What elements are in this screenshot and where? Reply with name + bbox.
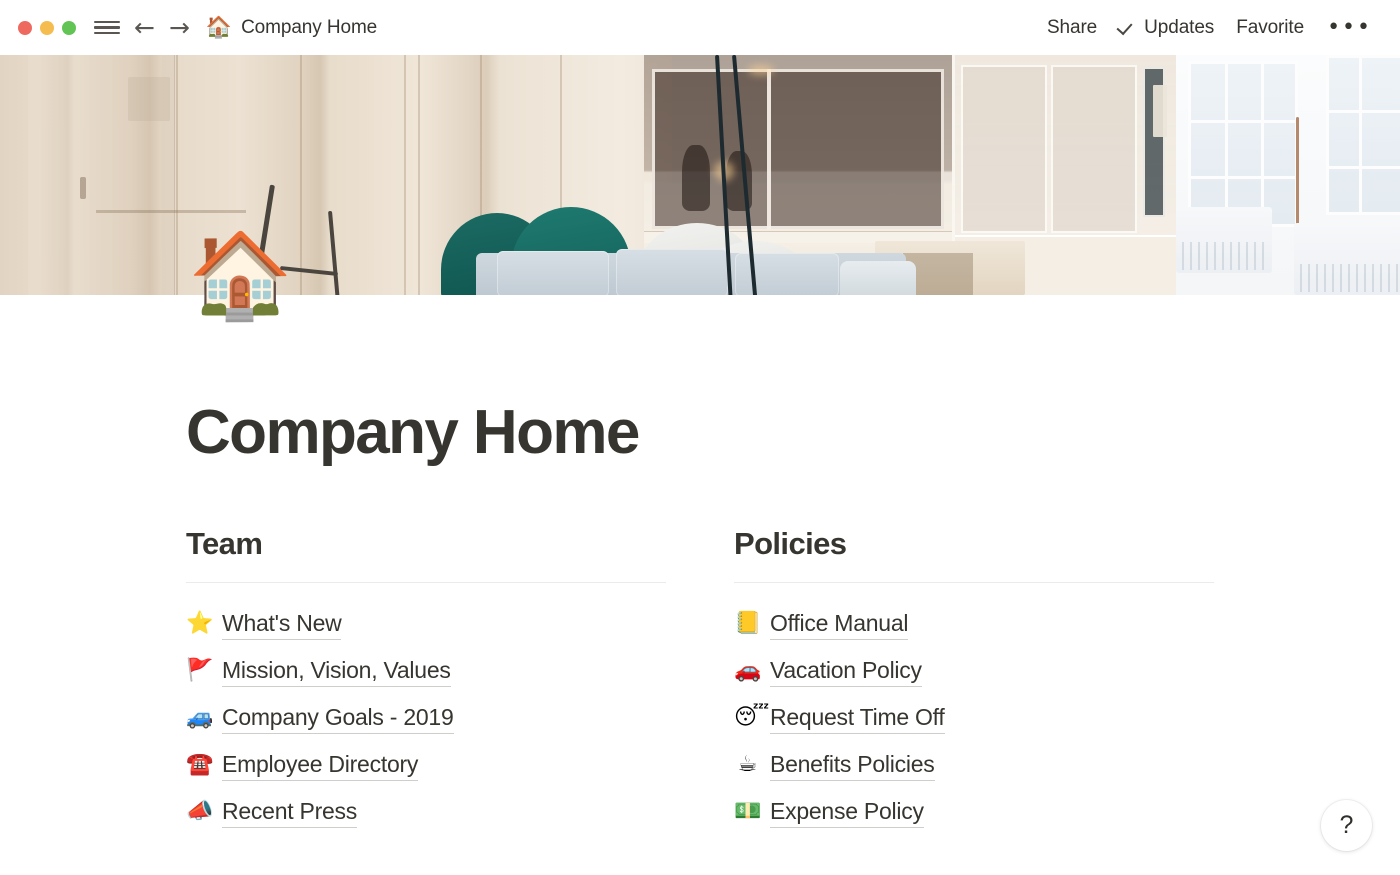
blue-car-icon: 🚙 <box>186 704 214 730</box>
banknote-icon: 💵 <box>734 798 762 824</box>
link-expense-policy[interactable]: Expense Policy <box>770 796 924 828</box>
telephone-icon: ☎️ <box>186 751 214 777</box>
title-bar-actions: Share Updates Favorite ••• <box>1036 13 1378 43</box>
list-item[interactable]: ⭐ What's New <box>186 600 666 647</box>
app-window: ← → 🏠 Company Home Share Updates Favorit… <box>0 0 1400 875</box>
link-whats-new[interactable]: What's New <box>222 608 342 640</box>
list-item[interactable]: 💵 Expense Policy <box>734 788 1214 835</box>
sleeping-face-icon: 😴 <box>734 704 770 730</box>
link-recent-press[interactable]: Recent Press <box>222 796 357 828</box>
breadcrumb[interactable]: Company Home <box>241 17 377 39</box>
link-employee-directory[interactable]: Employee Directory <box>222 749 418 781</box>
list-item[interactable]: 🚩 Mission, Vision, Values <box>186 647 666 694</box>
question-mark-icon: ? <box>1339 811 1354 839</box>
link-benefits-policies[interactable]: Benefits Policies <box>770 749 935 781</box>
minimize-window-button[interactable] <box>40 20 54 35</box>
help-button[interactable]: ? <box>1321 800 1372 851</box>
window-right <box>1326 55 1400 215</box>
radiator-right <box>1294 223 1400 295</box>
column-heading-policies: Policies <box>734 526 847 561</box>
column-divider-policies <box>734 582 1214 584</box>
triangular-flag-icon: 🚩 <box>186 657 214 683</box>
more-options-icon[interactable]: ••• <box>1315 16 1378 39</box>
list-item[interactable]: ☕ Benefits Policies <box>734 741 1214 788</box>
link-columns: Team ⭐ What's New 🚩 Mission, Vision, Val… <box>186 525 1246 835</box>
list-item[interactable]: 😴 Request Time Off <box>734 694 1214 741</box>
title-bar: ← → 🏠 Company Home Share Updates Favorit… <box>0 0 1400 55</box>
updates-button[interactable]: Updates <box>1108 13 1225 43</box>
notebook-icon: 📒 <box>734 610 762 636</box>
door-sign <box>128 77 170 121</box>
page-house-icon[interactable]: 🏠 <box>188 233 293 317</box>
updates-label: Updates <box>1144 16 1215 38</box>
coffee-icon: ☕ <box>737 751 758 777</box>
list-item[interactable]: 📒 Office Manual <box>734 600 1214 647</box>
forward-arrow-icon[interactable]: → <box>169 15 190 40</box>
window-controls <box>18 20 76 35</box>
link-mission-vision-values[interactable]: Mission, Vision, Values <box>222 655 451 687</box>
link-request-time-off[interactable]: Request Time Off <box>770 702 945 734</box>
share-button[interactable]: Share <box>1036 13 1108 43</box>
white-wall <box>1176 55 1400 295</box>
column-divider-team <box>186 582 666 584</box>
window-left <box>1188 61 1298 227</box>
door-handle <box>80 177 86 199</box>
wall-rail <box>96 210 246 213</box>
maximize-window-button[interactable] <box>62 20 76 35</box>
radiator-left <box>1176 207 1272 273</box>
red-car-icon: 🚗 <box>734 657 762 683</box>
link-company-goals[interactable]: Company Goals - 2019 <box>222 702 454 734</box>
link-vacation-policy[interactable]: Vacation Policy <box>770 655 922 687</box>
hamburger-menu-icon[interactable] <box>94 19 120 37</box>
link-office-manual[interactable]: Office Manual <box>770 608 908 640</box>
breadcrumb-house-icon: 🏠 <box>205 15 233 39</box>
star-icon: ⭐ <box>186 610 214 636</box>
list-item[interactable]: 📣 Recent Press <box>186 788 666 835</box>
column-team: Team ⭐ What's New 🚩 Mission, Vision, Val… <box>186 525 666 835</box>
favorite-button[interactable]: Favorite <box>1225 13 1315 43</box>
back-arrow-icon[interactable]: ← <box>134 15 155 40</box>
list-item[interactable]: 🚗 Vacation Policy <box>734 647 1214 694</box>
column-policies: Policies 📒 Office Manual 🚗 Vacation Poli… <box>734 525 1214 835</box>
page-title: Company Home <box>186 398 640 467</box>
list-item[interactable]: ☎️ Employee Directory <box>186 741 666 788</box>
column-heading-team: Team <box>186 526 263 561</box>
lamp-pole <box>1296 117 1299 237</box>
check-icon <box>1119 19 1136 36</box>
close-window-button[interactable] <box>18 20 32 35</box>
megaphone-icon: 📣 <box>186 798 214 824</box>
list-item[interactable]: 🚙 Company Goals - 2019 <box>186 694 666 741</box>
